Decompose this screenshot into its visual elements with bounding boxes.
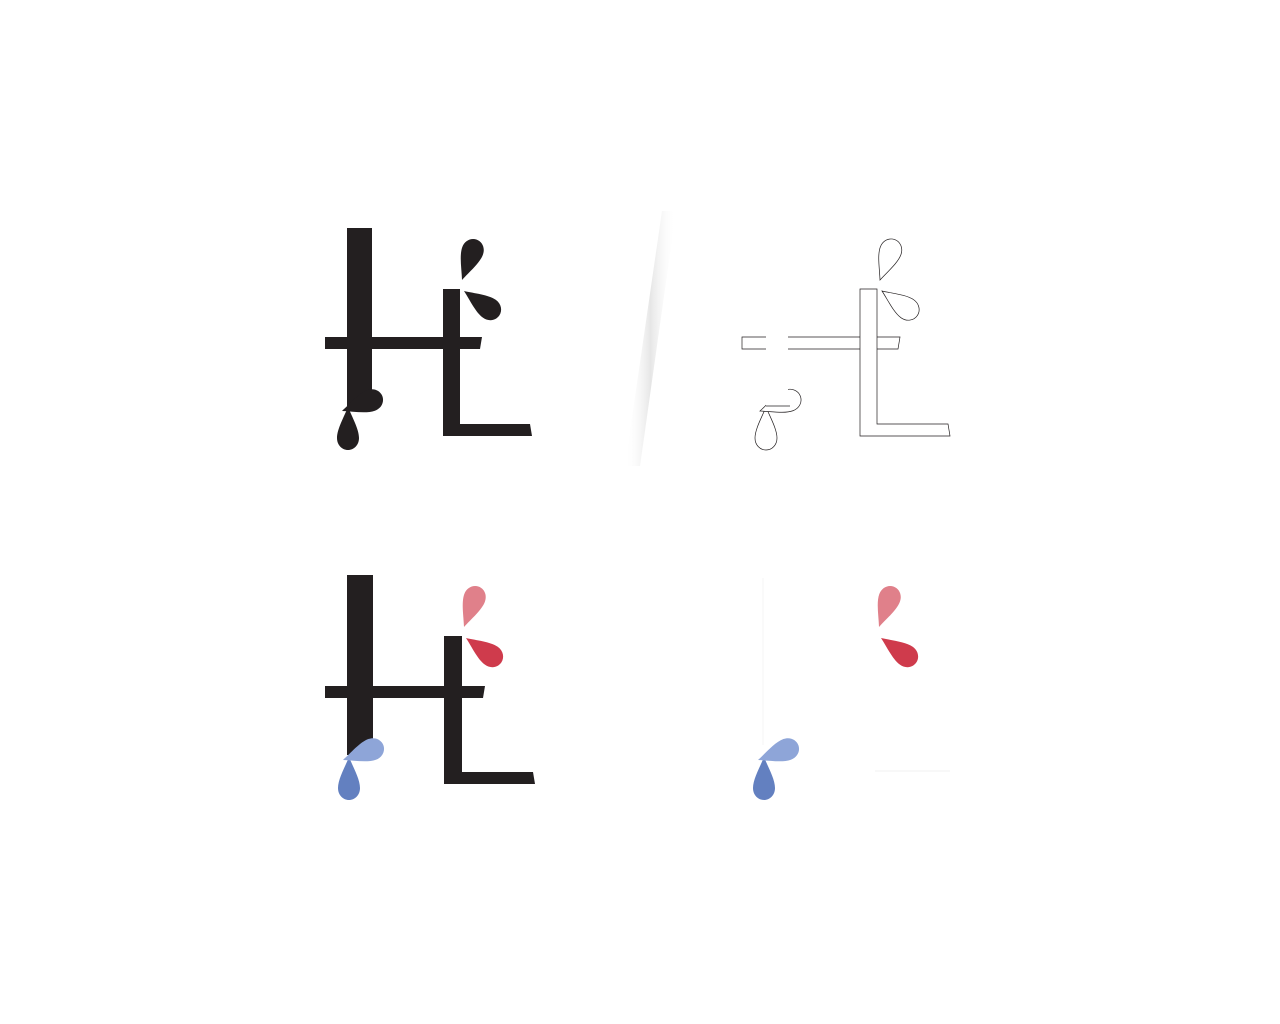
l-stem	[444, 636, 462, 784]
drop-icon	[338, 757, 360, 800]
logo-drops-only	[753, 578, 950, 800]
divider	[625, 211, 676, 466]
h-stem	[347, 228, 372, 406]
drop-icon	[457, 281, 506, 325]
drop-icon	[875, 281, 925, 326]
drop-icon	[869, 235, 906, 285]
l-foot	[444, 772, 535, 784]
drop-icon	[754, 406, 778, 451]
drop-icon	[868, 582, 905, 631]
drop-icon	[453, 582, 490, 631]
logo-sheet-svg	[325, 211, 951, 800]
l-foot	[443, 424, 532, 436]
logo-outline	[741, 235, 951, 451]
h-stem	[347, 575, 373, 755]
logo-black-solid	[325, 228, 532, 450]
l-stem	[443, 289, 460, 436]
drop-icon	[337, 407, 359, 450]
drop-icon	[874, 628, 923, 672]
logo-sheet	[0, 0, 1280, 1024]
logo-color	[325, 575, 535, 800]
drop-icon	[451, 235, 488, 284]
drop-icon	[459, 628, 508, 672]
drop-icon	[753, 757, 775, 800]
